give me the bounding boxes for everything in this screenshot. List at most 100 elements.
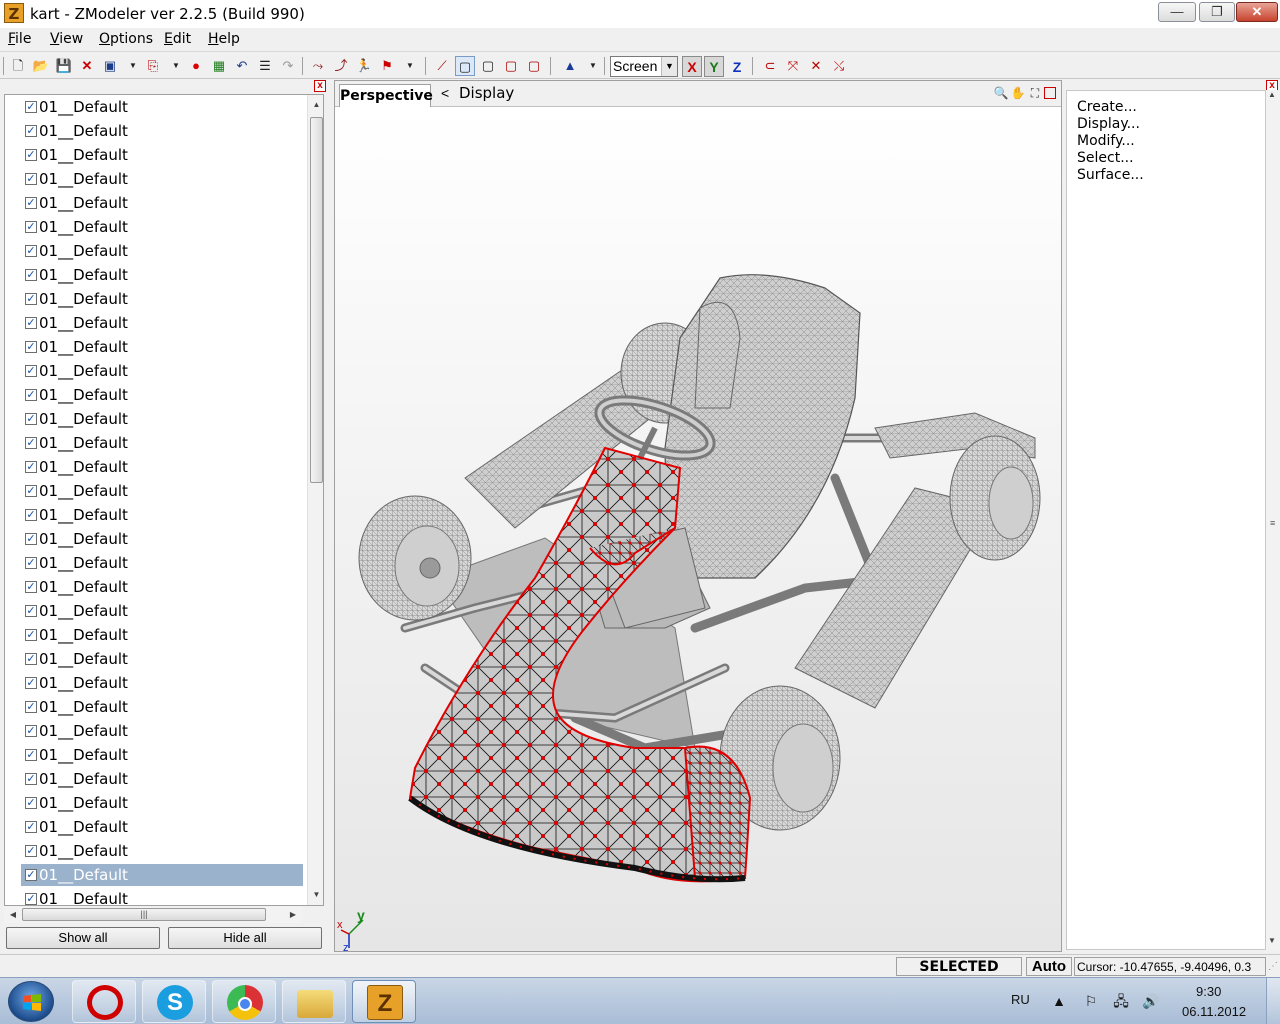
delete-icon[interactable]: ✕ — [77, 56, 97, 76]
layer-item[interactable]: ✓ 01__Default — [21, 144, 303, 166]
zmodeler-app-icon[interactable]: Z — [4, 3, 24, 23]
layer-item[interactable]: ✓ 01__Default — [21, 648, 303, 670]
layer-item[interactable]: ✓ 01__Default — [21, 360, 303, 382]
layer-item[interactable]: ✓ 01__Default — [21, 864, 303, 886]
layer-item[interactable]: ✓ 01__Default — [21, 504, 303, 526]
new-file-icon[interactable]: 🗋 — [8, 56, 28, 76]
layer-item[interactable]: ✓ 01__Default — [21, 696, 303, 718]
layer-visibility-checkbox[interactable]: ✓ — [25, 341, 37, 353]
import-icon[interactable]: ▣ — [100, 56, 120, 76]
back-button[interactable]: < — [441, 85, 449, 101]
layer-visibility-checkbox[interactable]: ✓ — [25, 221, 37, 233]
maximize-button[interactable]: ❐ — [1199, 2, 1235, 22]
scroll-up-icon[interactable]: ▲ — [1268, 90, 1276, 99]
render-icon[interactable]: ● — [186, 56, 206, 76]
command-create[interactable]: Create... — [1077, 99, 1137, 115]
layer-visibility-checkbox[interactable]: ✓ — [25, 485, 37, 497]
layer-visibility-checkbox[interactable]: ✓ — [25, 725, 37, 737]
display-label[interactable]: Display — [459, 84, 514, 102]
layer-visibility-checkbox[interactable]: ✓ — [25, 653, 37, 665]
menu-view[interactable]: View — [50, 31, 83, 47]
layer-item[interactable]: ✓ 01__Default — [21, 552, 303, 574]
command-select[interactable]: Select... — [1077, 150, 1134, 166]
scroll-left-icon[interactable]: ◀ — [6, 906, 20, 923]
layer-item[interactable]: ✓ 01__Default — [21, 720, 303, 742]
scroll-down-icon[interactable]: ▼ — [1268, 936, 1276, 945]
horizontal-scrollbar[interactable]: ◀ ||| ▶ — [4, 906, 302, 923]
layer-item[interactable]: ✓ 01__Default — [21, 240, 303, 262]
layer-item[interactable]: ✓ 01__Default — [21, 216, 303, 238]
coordinate-system-select[interactable]: Screen ▼ — [610, 56, 678, 77]
layer-item[interactable]: ✓ 01__Default — [21, 744, 303, 766]
vertical-scrollbar[interactable]: ▲ ▼ — [307, 95, 323, 905]
show-desktop-button[interactable] — [1266, 978, 1280, 1024]
layer-item[interactable]: ✓ 01__Default — [21, 96, 303, 118]
close-icon[interactable]: x — [314, 80, 326, 92]
close-button[interactable]: ✕ — [1236, 2, 1278, 22]
layer-visibility-checkbox[interactable]: ✓ — [25, 509, 37, 521]
resize-grip-icon[interactable]: ⋰ — [1268, 961, 1278, 972]
layer-item[interactable]: ✓ 01__Default — [21, 192, 303, 214]
scale-icon[interactable]: ⤯ — [829, 56, 849, 76]
axis-x-toggle[interactable]: X — [682, 56, 702, 77]
layer-visibility-checkbox[interactable]: ✓ — [25, 125, 37, 137]
save-icon[interactable]: 💾 — [54, 56, 74, 76]
layer-list[interactable]: ✓ 01__Default ✓ 01__Default ✓ 01__Default ✓ 01_… — [4, 94, 324, 906]
texture-icon[interactable]: ▦ — [209, 56, 229, 76]
redo-icon[interactable]: ↷ — [278, 56, 298, 76]
zoom-extents-icon[interactable]: ⛶ — [1027, 85, 1043, 101]
minimize-button[interactable]: — — [1158, 2, 1196, 22]
layer-visibility-checkbox[interactable]: ✓ — [25, 629, 37, 641]
move-icon[interactable]: ⤧ — [783, 56, 803, 76]
axis-y-toggle[interactable]: Y — [704, 56, 724, 77]
layer-visibility-checkbox[interactable]: ✓ — [25, 869, 37, 881]
layer-visibility-checkbox[interactable]: ✓ — [25, 413, 37, 425]
layer-visibility-checkbox[interactable]: ✓ — [25, 389, 37, 401]
layer-visibility-checkbox[interactable]: ✓ — [25, 437, 37, 449]
taskbar-skype[interactable]: S — [142, 980, 206, 1023]
layer-visibility-checkbox[interactable]: ✓ — [25, 269, 37, 281]
axis-z-toggle[interactable]: Z — [727, 56, 747, 77]
cone-icon[interactable]: ▲ — [560, 56, 580, 76]
hierarchy-dropdown-icon[interactable]: ▼ — [406, 56, 414, 76]
layer-item[interactable]: ✓ 01__Default — [21, 336, 303, 358]
layer-item[interactable]: ✓ 01__Default — [21, 312, 303, 334]
menu-edit[interactable]: Edit — [164, 31, 191, 47]
layer-visibility-checkbox[interactable]: ✓ — [25, 701, 37, 713]
edge-mode-icon[interactable]: ▢ — [501, 56, 521, 76]
layer-visibility-checkbox[interactable]: ✓ — [25, 149, 37, 161]
layer-item[interactable]: ✓ 01__Default — [21, 888, 303, 905]
layer-visibility-checkbox[interactable]: ✓ — [25, 557, 37, 569]
layer-visibility-checkbox[interactable]: ✓ — [25, 797, 37, 809]
zoom-icon[interactable]: 🔍 — [993, 85, 1009, 101]
layer-visibility-checkbox[interactable]: ✓ — [25, 893, 37, 905]
layer-item[interactable]: ✓ 01__Default — [21, 432, 303, 454]
maximize-viewport-icon[interactable] — [1044, 87, 1056, 99]
network-icon[interactable]: 🖧 — [1112, 992, 1130, 1010]
layer-item[interactable]: ✓ 01__Default — [21, 384, 303, 406]
layer-visibility-checkbox[interactable]: ✓ — [25, 173, 37, 185]
link-icon[interactable]: ⤳ — [308, 56, 328, 76]
language-indicator[interactable]: RU — [1011, 992, 1030, 1007]
layer-visibility-checkbox[interactable]: ✓ — [25, 365, 37, 377]
undo-icon[interactable]: ↶ — [232, 56, 252, 76]
layer-item[interactable]: ✓ 01__Default — [21, 816, 303, 838]
export-dropdown-icon[interactable]: ▼ — [172, 56, 180, 76]
menu-help[interactable]: Help — [208, 31, 240, 47]
hierarchy-icon[interactable]: ⚑ — [377, 56, 397, 76]
scrollbar-thumb[interactable]: ||| — [22, 908, 266, 921]
action-center-flag-icon[interactable]: ⚐ — [1082, 992, 1100, 1010]
layer-visibility-checkbox[interactable]: ✓ — [25, 293, 37, 305]
vertex-mode-icon[interactable]: ⟋ — [432, 56, 452, 76]
start-button[interactable] — [8, 981, 54, 1022]
layer-item[interactable]: ✓ 01__Default — [21, 288, 303, 310]
layer-item[interactable]: ✓ 01__Default — [21, 600, 303, 622]
volume-icon[interactable]: 🔊 — [1142, 992, 1160, 1010]
layer-visibility-checkbox[interactable]: ✓ — [25, 749, 37, 761]
scroll-up-icon[interactable]: ▲ — [308, 97, 323, 113]
layer-item[interactable]: ✓ 01__Default — [21, 528, 303, 550]
layer-visibility-checkbox[interactable]: ✓ — [25, 677, 37, 689]
scrollbar-thumb[interactable] — [310, 117, 323, 483]
rotate-icon[interactable]: ✕ — [806, 56, 826, 76]
layer-visibility-checkbox[interactable]: ✓ — [25, 317, 37, 329]
